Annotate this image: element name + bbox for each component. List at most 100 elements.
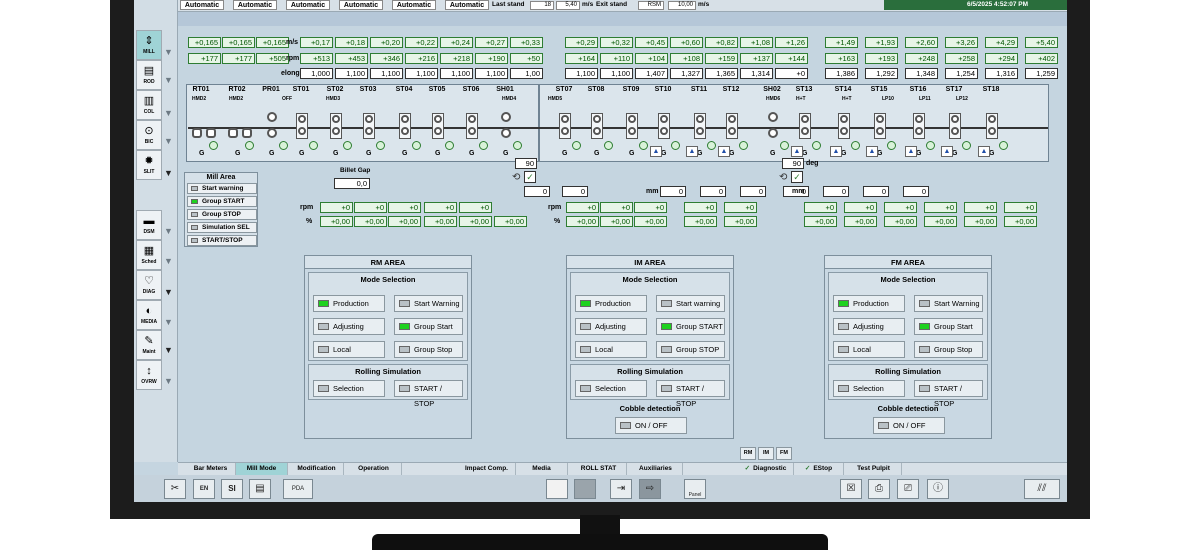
chevron-down-icon[interactable]: ▼	[164, 168, 173, 178]
shear-roll-top	[501, 112, 511, 122]
looper-up-icon[interactable]: ▲	[791, 146, 803, 157]
chevron-down-icon[interactable]: ▼	[164, 376, 173, 386]
print-button[interactable]: ⎚	[897, 479, 919, 499]
mill-area-group-start[interactable]: Group START	[187, 196, 257, 207]
language-button[interactable]: EN	[193, 479, 215, 499]
report-button[interactable]: ▤	[249, 479, 271, 499]
mode-button-production[interactable]: Production	[575, 295, 647, 312]
speed-value: +2,60	[905, 37, 938, 48]
mode-button-group-stop[interactable]: Group STOP	[656, 341, 725, 358]
mode-button-group-stop[interactable]: Group Stop	[394, 341, 463, 358]
simulation-button-1[interactable]: START / STOP	[394, 380, 463, 408]
looper-up-icon[interactable]: ▲	[905, 146, 917, 157]
nav-button-sched[interactable]: ▦ Sched	[136, 240, 162, 270]
nav-button-rod[interactable]: ▤ ROD	[136, 60, 162, 90]
elongation-value: 1,327	[670, 68, 703, 79]
mode-button-adjusting[interactable]: Adjusting	[575, 318, 647, 335]
mill-area-group-stop[interactable]: Group STOP	[187, 209, 257, 220]
nav-button-slit[interactable]: ✹ SLIT	[136, 150, 162, 180]
rpm-correction-b: +0	[600, 202, 633, 213]
reset-icon[interactable]: ⟲	[512, 172, 520, 183]
nav-button-ovrw[interactable]: ↕ OVRW	[136, 360, 162, 390]
nav-button-bic[interactable]: ⊙ BIC	[136, 120, 162, 150]
rpm-correction-b: +0	[634, 202, 667, 213]
mill-area-simulation-sel[interactable]: Simulation SEL	[187, 222, 257, 233]
mode-button-local[interactable]: Local	[575, 341, 647, 358]
chevron-down-icon[interactable]: ▼	[164, 345, 173, 355]
mode-button-group-start[interactable]: Group START	[656, 318, 725, 335]
mill-area-start-stop[interactable]: START/STOP	[187, 235, 257, 246]
nav-button-media[interactable]: ◐ MEDIA	[136, 300, 162, 330]
looper-up-icon[interactable]: ▲	[686, 146, 698, 157]
simulation-button-1[interactable]: START / STOP	[914, 380, 983, 408]
mode-button-adjusting[interactable]: Adjusting	[833, 318, 905, 335]
looper-up-icon[interactable]: ▲	[650, 146, 662, 157]
chevron-down-icon[interactable]: ▼	[164, 136, 173, 146]
drive-status-icon	[209, 141, 218, 150]
chevron-down-icon[interactable]: ▼	[164, 287, 173, 297]
simulation-button-0[interactable]: Selection	[313, 380, 385, 397]
confirm-check-icon[interactable]: ✓	[524, 171, 536, 183]
chevron-down-icon[interactable]: ▼	[164, 317, 173, 327]
area-flags: RM IM FM	[740, 447, 794, 461]
mode-button-adjusting[interactable]: Adjusting	[313, 318, 385, 335]
blank-button-2[interactable]	[574, 479, 596, 499]
simulation-button-label: Selection	[853, 384, 884, 393]
looper-up-icon[interactable]: ▲	[978, 146, 990, 157]
stand-label-sh01: SH01	[496, 86, 514, 93]
looper-up-icon[interactable]: ▲	[718, 146, 730, 157]
screenshot-button[interactable]: ⎙	[868, 479, 890, 499]
nav-button-col[interactable]: ▥ COL	[136, 90, 162, 120]
stand-label-rt01: RT01	[192, 86, 210, 93]
nav-button-mill[interactable]: ⇕ MILL	[136, 30, 162, 60]
mode-button-local[interactable]: Local	[313, 341, 385, 358]
close-window-button[interactable]: ☒	[840, 479, 862, 499]
chevron-down-icon[interactable]: ▼	[164, 108, 173, 118]
mode-button-start-warning[interactable]: Start Warning	[394, 295, 463, 312]
mode-button-group-stop[interactable]: Group Stop	[914, 341, 983, 358]
simulation-button-0[interactable]: Selection	[575, 380, 647, 397]
blank-button-1[interactable]	[546, 479, 568, 499]
rpm-correction-b: +0	[924, 202, 957, 213]
nav-button-diag[interactable]: ♡ DIAG	[136, 270, 162, 300]
drive-status-icon	[739, 141, 748, 150]
panel-button[interactable]: Panel	[684, 479, 706, 499]
rolling-simulation-title: Rolling Simulation	[355, 367, 421, 376]
nav-button-dsm[interactable]: ▬ DSM	[136, 210, 162, 240]
mode-button-start-warning[interactable]: Start Warning	[914, 295, 983, 312]
looper-up-icon[interactable]: ▲	[941, 146, 953, 157]
si-button[interactable]: SI	[221, 479, 243, 499]
mode-button-group-start[interactable]: Group Start	[914, 318, 983, 335]
mode-button-start-warning[interactable]: Start warning	[656, 295, 725, 312]
login-button[interactable]: ⇥	[610, 479, 632, 499]
info-button[interactable]: ⓘ	[927, 479, 949, 499]
percent-correction-b: +0,00	[804, 216, 837, 227]
mode-button-group-start[interactable]: Group Start	[394, 318, 463, 335]
roll-bottom	[696, 127, 704, 135]
confirm-check-icon[interactable]: ✓	[791, 171, 803, 183]
mode-button-local[interactable]: Local	[833, 341, 905, 358]
reset-icon[interactable]: ⟲	[779, 172, 787, 183]
siemens-logo-button[interactable]: ⫽⫽	[1024, 479, 1060, 499]
chevron-down-icon[interactable]: ▼	[164, 256, 173, 266]
simulation-button-0[interactable]: Selection	[833, 380, 905, 397]
chevron-down-icon[interactable]: ▼	[164, 226, 173, 236]
nav-button-maint[interactable]: ✎ Maint	[136, 330, 162, 360]
pda-button[interactable]: PDA	[283, 479, 313, 499]
looper-up-icon[interactable]: ▲	[866, 146, 878, 157]
simulation-button-1[interactable]: START / STOP	[656, 380, 725, 408]
chevron-down-icon[interactable]: ▼	[164, 75, 173, 85]
roll-top	[876, 115, 884, 123]
logout-button[interactable]: ⇨	[639, 479, 661, 499]
mill-area-start-warning[interactable]: Start warning	[187, 183, 257, 194]
tab-label: Diagnostic	[753, 465, 787, 472]
mode-button-production[interactable]: Production	[313, 295, 385, 312]
stand-label-st11: ST11	[690, 86, 708, 93]
looper-up-icon[interactable]: ▲	[830, 146, 842, 157]
cobble-detection-button[interactable]: ON / OFF	[615, 417, 687, 434]
mode-button-production[interactable]: Production	[833, 295, 905, 312]
chevron-down-icon[interactable]: ▼	[164, 47, 173, 57]
rpm-correction-b: +0	[844, 202, 877, 213]
cobble-detection-button[interactable]: ON / OFF	[873, 417, 945, 434]
tools-button[interactable]: ✂	[164, 479, 186, 499]
